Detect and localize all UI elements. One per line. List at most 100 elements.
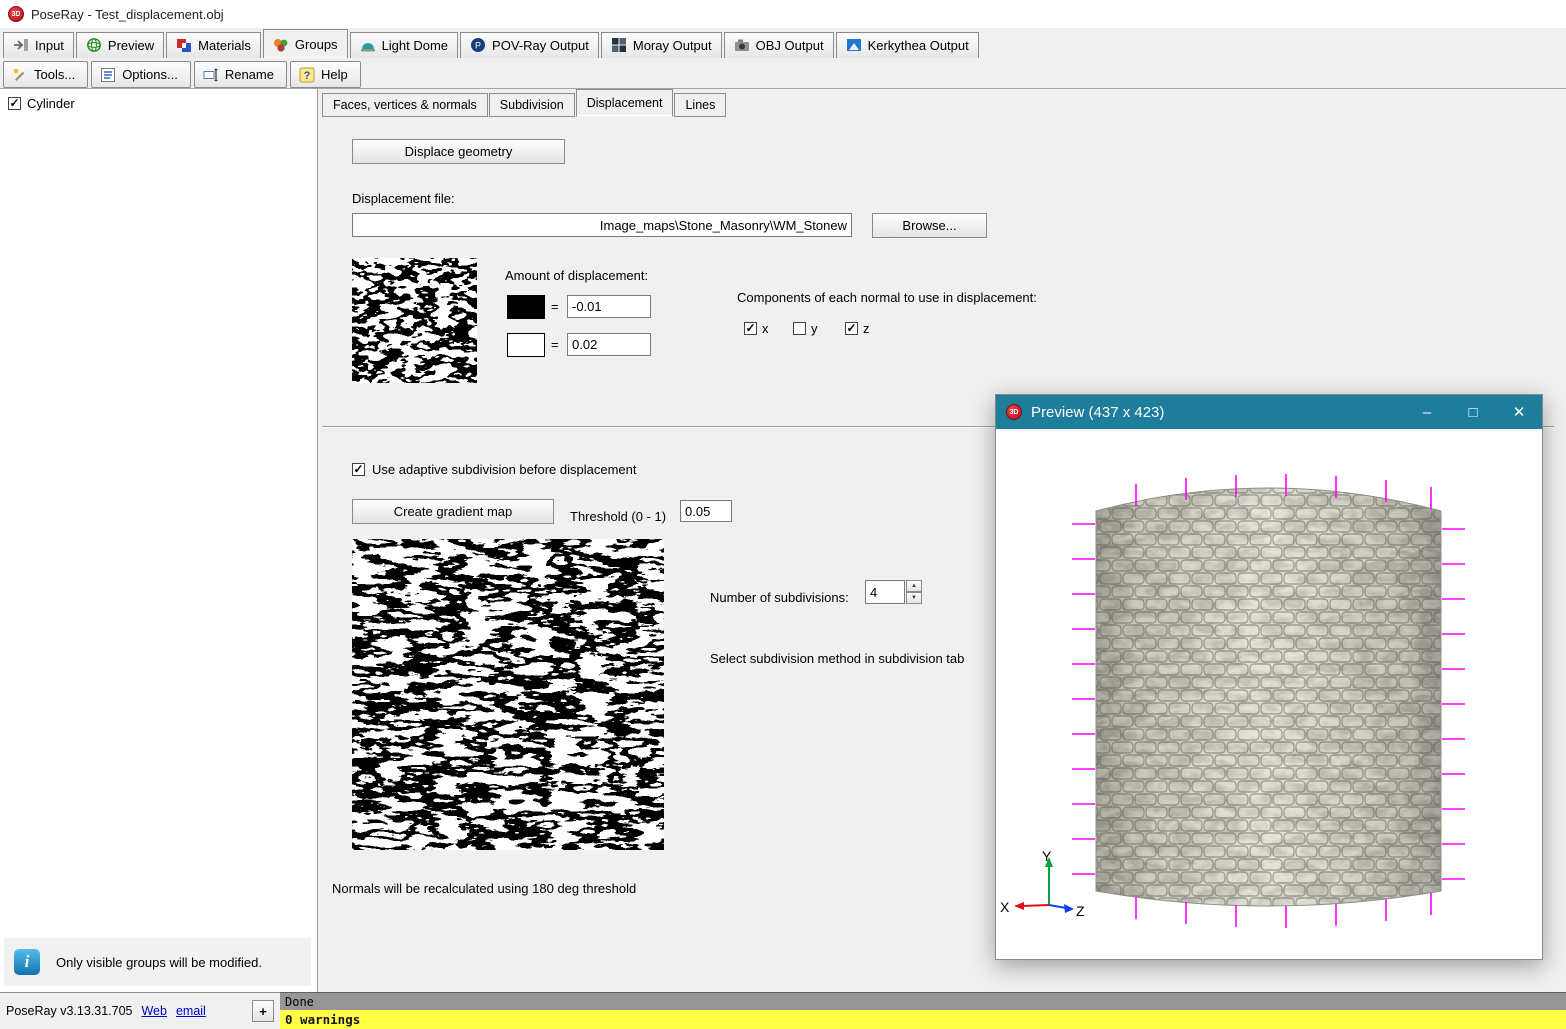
preview-logo-text: 3D — [1010, 409, 1019, 416]
component-y[interactable]: y — [793, 321, 818, 336]
svg-text:?: ? — [304, 70, 311, 82]
toolbar: Tools... Options... Rename ? Help — [3, 61, 361, 88]
tab-groups-label: Groups — [295, 37, 338, 52]
info-icon — [14, 949, 40, 975]
subdivisions-input[interactable] — [865, 580, 905, 604]
tab-groups[interactable]: Groups — [263, 29, 348, 58]
help-icon: ? — [299, 67, 315, 83]
group-row-cylinder[interactable]: Cylinder — [0, 89, 317, 118]
poseray-window: 3D PoseRay - Test_displacement.obj Input… — [0, 0, 1566, 1029]
tab-obj-output[interactable]: OBJ Output — [724, 32, 834, 58]
preview-viewport[interactable]: Y X Z — [996, 429, 1542, 959]
version-text: PoseRay v3.13.31.705 — [6, 1004, 132, 1018]
preview-titlebar[interactable]: 3D Preview (437 x 423) – □ ✕ — [996, 395, 1542, 429]
preview-title: Preview (437 x 423) — [1031, 404, 1404, 421]
subdivisions-label: Number of subdivisions: — [710, 590, 849, 605]
help-button[interactable]: ? Help — [290, 61, 361, 88]
tab-subdivision-label: Subdivision — [500, 98, 564, 112]
groups-list-panel: Cylinder Only visible groups will be mod… — [0, 88, 318, 992]
tab-povray-output[interactable]: P POV-Ray Output — [460, 32, 599, 58]
white-equals-sign: = — [551, 337, 559, 352]
component-z-label: z — [863, 321, 870, 336]
white-amount-input[interactable] — [567, 333, 651, 356]
threshold-label: Threshold (0 - 1) — [570, 509, 666, 524]
rename-button[interactable]: Rename — [194, 61, 287, 88]
adaptive-subdivision-label: Use adaptive subdivision before displace… — [372, 462, 637, 477]
preview-logo-icon: 3D — [1006, 404, 1022, 420]
subdivisions-spin-up[interactable]: ▲ — [906, 580, 922, 592]
tab-light-dome[interactable]: Light Dome — [350, 32, 458, 58]
tab-povray-output-label: POV-Ray Output — [492, 38, 589, 53]
adaptive-subdivision-checkbox[interactable] — [352, 463, 365, 476]
kerkythea-icon — [846, 37, 862, 53]
povray-icon: P — [470, 37, 486, 53]
minimize-button[interactable]: – — [1404, 395, 1450, 429]
svg-text:P: P — [475, 41, 481, 51]
options-button-label: Options... — [122, 67, 178, 82]
sub-tab-bar: Faces, vertices & normals Subdivision Di… — [322, 93, 727, 117]
tools-button[interactable]: Tools... — [3, 61, 88, 88]
browse-button[interactable]: Browse... — [872, 213, 987, 238]
displace-geometry-button[interactable]: Displace geometry — [352, 139, 565, 164]
black-level-swatch[interactable] — [507, 295, 545, 319]
warnings-bar: 0 warnings — [280, 1010, 1566, 1029]
component-y-checkbox[interactable] — [793, 322, 806, 335]
maximize-button[interactable]: □ — [1450, 395, 1496, 429]
cylinder-visibility-checkbox[interactable] — [8, 97, 21, 110]
tab-input[interactable]: Input — [3, 32, 74, 58]
close-button[interactable]: ✕ — [1496, 395, 1542, 429]
tab-lines[interactable]: Lines — [674, 93, 726, 117]
tab-faces-vertices-normals[interactable]: Faces, vertices & normals — [322, 93, 488, 117]
web-link[interactable]: Web — [141, 1004, 166, 1018]
tab-light-dome-label: Light Dome — [382, 38, 448, 53]
displacement-file-input[interactable] — [352, 213, 852, 237]
preview-window: 3D Preview (437 x 423) – □ ✕ — [995, 394, 1543, 960]
tab-displacement[interactable]: Displacement — [576, 89, 674, 117]
tab-subdivision[interactable]: Subdivision — [489, 93, 575, 117]
light-dome-icon — [360, 37, 376, 53]
input-icon — [13, 37, 29, 53]
tab-preview[interactable]: Preview — [76, 32, 164, 58]
tab-kerkythea-output[interactable]: Kerkythea Output — [836, 32, 979, 58]
adaptive-subdivision-row[interactable]: Use adaptive subdivision before displace… — [352, 462, 637, 477]
components-label: Components of each normal to use in disp… — [737, 290, 1037, 305]
subdivisions-spin-down[interactable]: ▼ — [906, 592, 922, 604]
expand-log-button[interactable]: + — [252, 1000, 274, 1022]
threshold-input[interactable] — [680, 500, 732, 522]
email-link[interactable]: email — [176, 1004, 206, 1018]
tab-materials[interactable]: Materials — [166, 32, 261, 58]
options-button[interactable]: Options... — [91, 61, 191, 88]
cylinder-group-label: Cylinder — [27, 96, 75, 111]
component-x[interactable]: x — [744, 321, 769, 336]
preview-icon — [86, 37, 102, 53]
axis-z-label: Z — [1076, 903, 1085, 919]
status-text: Done — [285, 995, 314, 1009]
amount-of-displacement-label: Amount of displacement: — [505, 268, 648, 283]
axis-x-label: X — [1000, 899, 1010, 915]
component-x-checkbox[interactable] — [744, 322, 757, 335]
gradient-map-image — [352, 539, 664, 850]
warnings-text: 0 warnings — [285, 1012, 360, 1027]
info-strip: Only visible groups will be modified. — [4, 938, 311, 986]
tab-moray-output[interactable]: Moray Output — [601, 32, 722, 58]
displacement-file-label: Displacement file: — [352, 191, 455, 206]
rename-button-label: Rename — [225, 67, 274, 82]
component-y-label: y — [811, 321, 818, 336]
main-tab-bar: Input Preview Materials Groups Light Dom… — [3, 29, 1566, 58]
app-logo-icon: 3D — [8, 6, 24, 22]
materials-icon — [176, 37, 192, 53]
tab-moray-output-label: Moray Output — [633, 38, 712, 53]
white-level-swatch[interactable] — [507, 333, 545, 357]
component-z-checkbox[interactable] — [845, 322, 858, 335]
preview-render: Y X Z — [996, 429, 1542, 959]
moray-icon — [611, 37, 627, 53]
tab-obj-output-label: OBJ Output — [756, 38, 824, 53]
create-gradient-map-button[interactable]: Create gradient map — [352, 499, 554, 524]
tab-faces-label: Faces, vertices & normals — [333, 98, 477, 112]
black-equals-sign: = — [551, 299, 559, 314]
status-bar: PoseRay v3.13.31.705 Web email + Done 0 … — [0, 992, 1566, 1029]
component-z[interactable]: z — [845, 321, 870, 336]
window-titlebar[interactable]: 3D PoseRay - Test_displacement.obj — [0, 0, 1566, 28]
groups-icon — [273, 37, 289, 53]
black-amount-input[interactable] — [567, 295, 651, 318]
